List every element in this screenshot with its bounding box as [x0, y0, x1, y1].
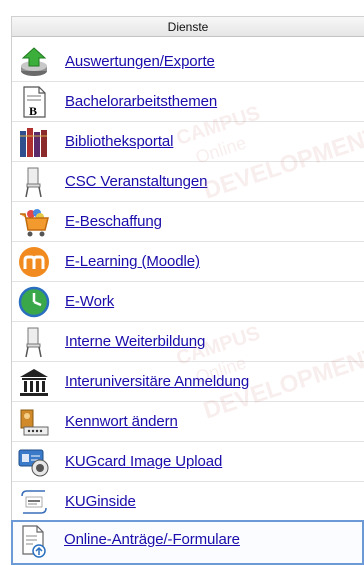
- service-item-auswertungen[interactable]: Auswertungen/Exporte: [12, 42, 364, 82]
- moodle-icon: [18, 246, 50, 278]
- service-item-interuniversitaere-anmeldung[interactable]: Interuniversitäre Anmeldung: [12, 362, 364, 402]
- service-label[interactable]: Online-Anträge/-Formulare: [64, 531, 240, 548]
- service-label[interactable]: Kennwort ändern: [65, 413, 178, 430]
- service-item-e-beschaffung[interactable]: E-Beschaffung: [12, 202, 364, 242]
- service-label[interactable]: Auswertungen/Exporte: [65, 53, 215, 70]
- service-item-online-antraege[interactable]: Online-Anträge/-Formulare: [11, 520, 364, 565]
- svg-text:B: B: [29, 104, 37, 118]
- service-label[interactable]: KUGcard Image Upload: [65, 453, 222, 470]
- service-item-kugcard-image-upload[interactable]: KUGcard Image Upload: [12, 442, 364, 482]
- service-label[interactable]: KUGinside: [65, 493, 136, 510]
- card-upload-icon: [18, 446, 50, 478]
- service-item-bibliotheksportal[interactable]: Bibliotheksportal: [12, 122, 364, 162]
- services-header: Dienste: [11, 16, 364, 37]
- chair-icon: [18, 326, 50, 358]
- service-item-e-work[interactable]: E-Work: [12, 282, 364, 322]
- service-label[interactable]: Bachelorarbeitsthemen: [65, 93, 217, 110]
- service-label[interactable]: E-Learning (Moodle): [65, 253, 200, 270]
- service-item-interne-weiterbildung[interactable]: Interne Weiterbildung: [12, 322, 364, 362]
- service-label[interactable]: E-Work: [65, 293, 114, 310]
- service-item-kennwort-aendern[interactable]: Kennwort ändern: [12, 402, 364, 442]
- download-export-icon: [18, 46, 50, 78]
- service-label[interactable]: E-Beschaffung: [65, 213, 162, 230]
- service-label[interactable]: CSC Veranstaltungen: [65, 173, 207, 190]
- service-item-bachelorarbeitsthemen[interactable]: B Bachelorarbeitsthemen: [12, 82, 364, 122]
- form-upload-icon: [17, 524, 49, 558]
- service-label[interactable]: Interne Weiterbildung: [65, 333, 205, 350]
- kuginside-logo-icon: [18, 486, 50, 518]
- service-item-kuginside[interactable]: KUGinside: [12, 482, 364, 522]
- books-icon: [18, 126, 50, 158]
- services-panel: Dienste Auswertungen/Exporte B Bachelora…: [0, 0, 364, 565]
- document-b-icon: B: [18, 86, 50, 118]
- service-label[interactable]: Bibliotheksportal: [65, 133, 173, 150]
- service-item-csc-veranstaltungen[interactable]: CSC Veranstaltungen: [12, 162, 364, 202]
- clock-icon: [18, 286, 50, 318]
- service-label[interactable]: Interuniversitäre Anmeldung: [65, 373, 249, 390]
- university-building-icon: [18, 366, 50, 398]
- service-item-e-learning[interactable]: E-Learning (Moodle): [12, 242, 364, 282]
- chair-icon: [18, 166, 50, 198]
- shopping-cart-icon: [18, 206, 50, 238]
- key-password-icon: [18, 406, 50, 438]
